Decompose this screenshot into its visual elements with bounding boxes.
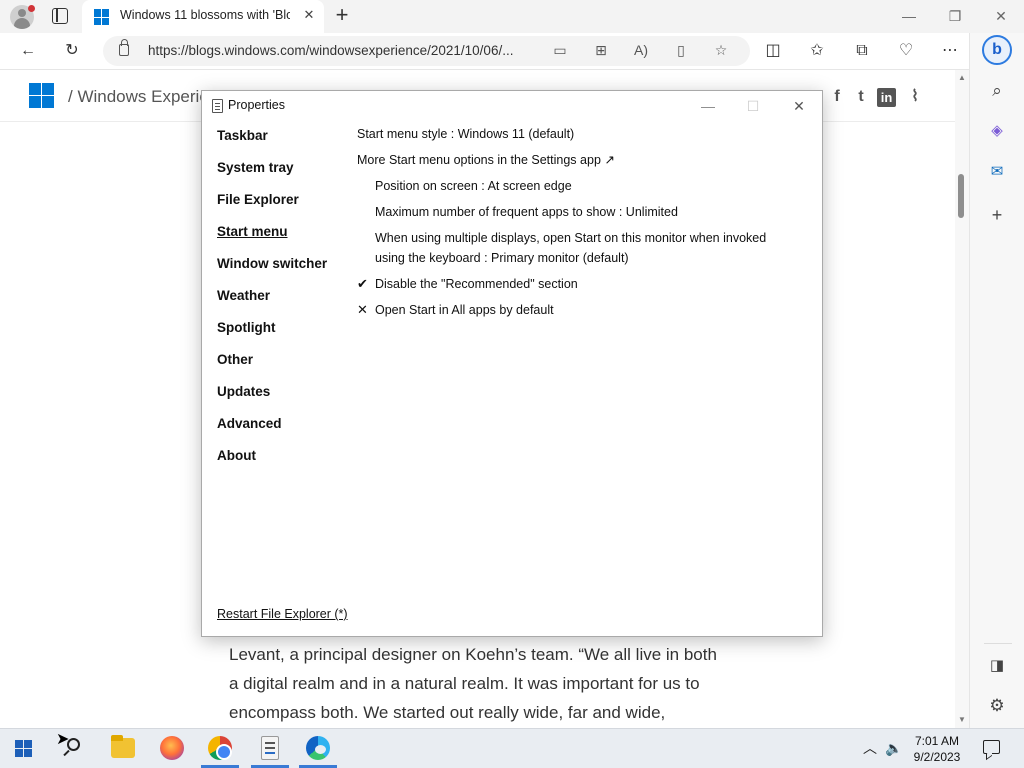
tab-close-icon[interactable]: ✕ (300, 6, 318, 24)
chrome-taskbar-icon[interactable] (208, 736, 232, 760)
nav-other[interactable]: Other (217, 352, 347, 384)
more-options-icon[interactable]: ⋯ (939, 40, 961, 62)
nav-about[interactable]: About (217, 448, 347, 480)
article-line: a digital realm and in a natural realm. … (229, 674, 700, 693)
scroll-down-arrow-icon[interactable]: ▼ (957, 715, 967, 724)
restart-file-explorer-link[interactable]: Restart File Explorer (*) (217, 607, 348, 621)
nav-weather[interactable]: Weather (217, 288, 347, 320)
twitter-icon[interactable]: t (850, 86, 872, 108)
firefox-taskbar-icon[interactable] (160, 736, 184, 760)
immersive-reader-icon[interactable]: ▯ (671, 40, 691, 60)
apps-grid-icon[interactable]: ⊞ (591, 40, 611, 60)
nav-system-tray[interactable]: System tray (217, 160, 347, 192)
bing-copilot-icon[interactable]: b (982, 35, 1012, 65)
page-scrollbar[interactable]: ▲ ▼ (955, 70, 969, 728)
edge-taskbar-icon[interactable] (306, 736, 330, 760)
scroll-thumb[interactable] (958, 174, 964, 218)
start-button-icon[interactable] (15, 740, 32, 757)
volume-icon[interactable]: 🔈 (885, 739, 903, 757)
sidebar-add-icon[interactable]: + (985, 203, 1009, 227)
address-bar[interactable]: https://blogs.windows.com/windowsexperie… (103, 36, 750, 66)
nav-file-explorer[interactable]: File Explorer (217, 192, 347, 224)
disable-recommended-option[interactable]: ✔ Disable the "Recommended" section (357, 274, 797, 294)
favorites-icon[interactable]: ✩ (806, 40, 828, 62)
explorer-patcher-icon (212, 99, 223, 113)
start-menu-options: Start menu style : Windows 11 (default) … (357, 124, 797, 326)
nav-window-switcher[interactable]: Window switcher (217, 256, 347, 288)
browser-tab-strip: Windows 11 blossoms with 'Blo ✕ + — ❐ ✕ (0, 0, 1024, 33)
profile-status-dot (28, 5, 35, 12)
disable-recommended-label: Disable the "Recommended" section (375, 277, 578, 291)
sidebar-search-icon[interactable]: ⌕ (985, 79, 1009, 103)
favorite-star-icon[interactable]: ☆ (711, 40, 731, 60)
nav-spotlight[interactable]: Spotlight (217, 320, 347, 352)
browser-toolbar: ← ↻ https://blogs.windows.com/windowsexp… (0, 33, 1024, 70)
hide-sidebar-icon[interactable]: ◨ (985, 654, 1009, 678)
edge-sidebar: b ⌕ ◈ ✉ + ◨ ⚙ (969, 33, 1024, 728)
tray-overflow-chevron-icon[interactable]: ︿ (861, 739, 879, 757)
split-screen-icon[interactable]: ◫ (762, 40, 784, 62)
window-close-button[interactable]: ✕ (991, 6, 1011, 26)
multiple-displays-option[interactable]: When using multiple displays, open Start… (357, 228, 797, 268)
open-all-apps-option[interactable]: ✕ Open Start in All apps by default (357, 300, 797, 320)
start-menu-style-option[interactable]: Start menu style : Windows 11 (default) (357, 124, 797, 144)
properties-dialog: Properties — ☐ ✕ Taskbar System tray Fil… (201, 90, 823, 637)
rss-icon[interactable]: ⌇ (904, 86, 926, 108)
read-aloud-icon[interactable]: A) (631, 40, 651, 60)
notification-center-icon[interactable] (983, 740, 1000, 754)
max-frequent-apps-option[interactable]: Maximum number of frequent apps to show … (357, 202, 797, 222)
settings-app-link[interactable]: More Start menu options in the Settings … (357, 150, 797, 170)
dialog-title: Properties (228, 98, 285, 112)
dialog-maximize-button: ☐ (746, 98, 760, 114)
position-on-screen-option[interactable]: Position on screen : At screen edge (357, 176, 797, 196)
clock-date: 9/2/2023 (913, 750, 961, 764)
lock-icon[interactable] (119, 39, 129, 56)
taskbar-clock[interactable]: 7:01 AM 9/2/2023 (905, 733, 969, 765)
clock-time: 7:01 AM (914, 734, 960, 748)
sidebar-settings-icon[interactable]: ⚙ (985, 694, 1009, 718)
window-minimize-button[interactable]: — (899, 6, 919, 26)
mouse-cursor-icon: ➤ (56, 731, 70, 748)
open-all-apps-label: Open Start in All apps by default (375, 303, 554, 317)
tab-title: Windows 11 blossoms with 'Blo (120, 8, 290, 22)
collections-icon[interactable]: ⧉ (851, 40, 873, 62)
office-icon[interactable]: ◈ (985, 119, 1009, 143)
new-tab-button[interactable]: + (332, 4, 352, 28)
tab-actions-menu-icon[interactable] (52, 8, 68, 24)
outlook-icon[interactable]: ✉ (985, 160, 1009, 184)
nav-advanced[interactable]: Advanced (217, 416, 347, 448)
windows-taskbar: ➤ ︿ 🔈 7:01 AM 9/2/2023 (0, 728, 1024, 768)
app-available-icon[interactable]: ▭ (550, 40, 570, 60)
dialog-titlebar[interactable]: Properties — ☐ ✕ (202, 91, 822, 121)
nav-updates[interactable]: Updates (217, 384, 347, 416)
article-line: Levant, a principal designer on Koehn’s … (229, 645, 717, 664)
dialog-close-button[interactable]: ✕ (789, 96, 809, 116)
article-line: encompass both. We started out really wi… (229, 703, 666, 722)
site-name[interactable]: / Windows Experien (68, 87, 218, 107)
refresh-button[interactable]: ↻ (61, 40, 83, 62)
facebook-icon[interactable]: f (826, 86, 848, 108)
browser-essentials-icon[interactable]: ♡ (895, 40, 917, 62)
sidebar-divider (984, 643, 1012, 644)
dialog-minimize-button[interactable]: — (698, 96, 718, 116)
active-tab[interactable]: Windows 11 blossoms with 'Blo ✕ (82, 0, 324, 33)
nav-start-menu[interactable]: Start menu (217, 224, 347, 256)
article-body: Levant, a principal designer on Koehn’s … (229, 640, 749, 727)
file-explorer-taskbar-icon[interactable] (111, 735, 135, 758)
windows-logo-icon[interactable] (29, 83, 54, 108)
scroll-up-arrow-icon[interactable]: ▲ (957, 73, 967, 82)
windows-favicon-icon (94, 9, 110, 25)
back-button[interactable]: ← (17, 40, 39, 62)
cross-mark-icon: ✕ (357, 302, 368, 317)
checkmark-icon: ✔ (357, 276, 368, 291)
properties-nav: Taskbar System tray File Explorer Start … (217, 128, 347, 480)
nav-taskbar[interactable]: Taskbar (217, 128, 347, 160)
url-text[interactable]: https://blogs.windows.com/windowsexperie… (148, 43, 540, 58)
window-restore-button[interactable]: ❐ (945, 6, 965, 26)
linkedin-icon[interactable]: in (877, 88, 896, 107)
explorer-patcher-taskbar-icon[interactable] (261, 736, 279, 760)
